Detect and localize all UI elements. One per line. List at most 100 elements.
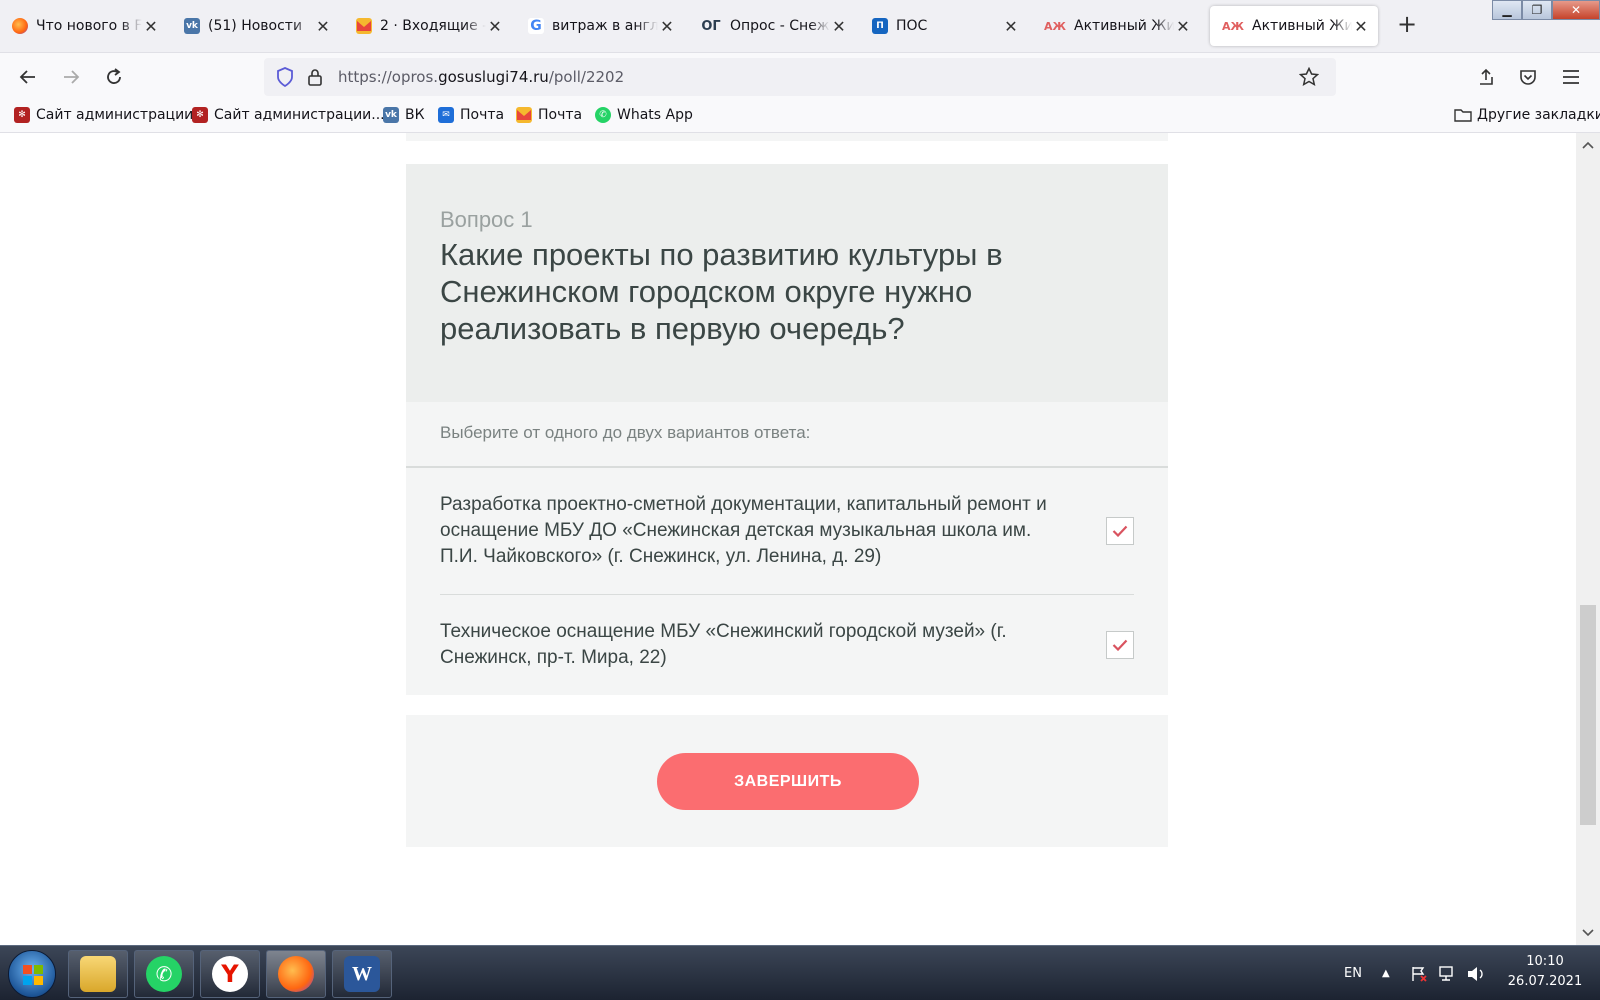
folder-icon <box>1454 109 1472 122</box>
bookmark-star-icon[interactable] <box>1298 66 1320 88</box>
scroll-down-icon[interactable] <box>1576 923 1600 943</box>
start-button[interactable] <box>8 950 56 998</box>
tab-pos[interactable]: П ПОС ✕ <box>860 6 1028 46</box>
close-icon[interactable]: ✕ <box>486 17 504 36</box>
action-center-flag-icon[interactable] <box>1410 946 1428 1000</box>
option-checkbox[interactable] <box>1106 631 1134 659</box>
url-host: gosuslugi74.ru <box>438 68 549 86</box>
scroll-up-icon[interactable] <box>1576 135 1600 155</box>
bookmark-whatsapp[interactable]: ✆ Whats App <box>595 107 693 123</box>
option-text: Разработка проектно-сметной документации… <box>440 494 1047 567</box>
new-tab-button[interactable]: + <box>1392 10 1422 38</box>
bookmark-label: ВК <box>405 107 425 123</box>
submit-card: ЗАВЕРШИТЬ <box>406 715 1168 847</box>
aj-icon: АЖ <box>1222 19 1244 33</box>
extensions-button[interactable] <box>1472 63 1500 91</box>
answer-option[interactable]: Техническое оснащение МБУ «Снежинский го… <box>440 594 1134 695</box>
answer-option[interactable]: Разработка проектно-сметной документации… <box>440 468 1134 594</box>
explorer-icon <box>80 956 116 992</box>
tab-title: Опрос - Снежи <box>730 18 830 34</box>
back-button[interactable] <box>14 63 42 91</box>
tab-poll[interactable]: ОГ Опрос - Снежи ✕ <box>688 6 856 46</box>
close-icon[interactable]: ✕ <box>314 17 332 36</box>
whatsapp-icon: ✆ <box>595 107 611 123</box>
windows-taskbar: ✆ Y W EN ▲ 10:10 26.07.2021 <box>0 945 1600 1000</box>
taskbar-yandex[interactable]: Y <box>200 950 260 998</box>
navigation-bar: https://opros.gosuslugi74.ru/poll/2202 <box>0 53 1600 101</box>
firefox-icon <box>12 18 28 34</box>
tab-vk-news[interactable]: vk (51) Новости ✕ <box>172 6 340 46</box>
scrollbar-thumb[interactable] <box>1580 605 1596 825</box>
bookmark-mail-2[interactable]: Почта <box>516 107 582 123</box>
close-icon[interactable]: ✕ <box>142 17 160 36</box>
close-icon[interactable]: ✕ <box>1002 17 1020 36</box>
tab-strip: Что нового в Fir ✕ vk (51) Новости ✕ 2 ·… <box>0 0 1600 53</box>
tab-title: ПОС <box>896 18 928 34</box>
clock-time: 10:10 <box>1526 954 1564 969</box>
page-content: Вопрос 1 Какие проекты по развитию культ… <box>0 133 1576 945</box>
tab-title: Активный Жите <box>1252 18 1352 34</box>
taskbar-firefox[interactable] <box>266 950 326 998</box>
option-checkbox[interactable] <box>1106 517 1134 545</box>
whatsapp-icon: ✆ <box>146 956 182 992</box>
lock-icon[interactable] <box>304 66 326 88</box>
question-number: Вопрос 1 <box>440 207 533 232</box>
volume-icon[interactable] <box>1466 946 1486 1000</box>
snowflake-icon: ✻ <box>192 107 208 123</box>
maximize-button[interactable]: ❐ <box>1522 0 1552 20</box>
close-window-button[interactable]: ✕ <box>1552 0 1600 20</box>
snowflake-icon: ✻ <box>14 107 30 123</box>
page-scrollbar[interactable] <box>1576 133 1600 945</box>
other-bookmarks[interactable]: Другие закладки <box>1454 107 1600 123</box>
bookmark-label: Почта <box>460 107 505 123</box>
bookmarks-toolbar: ✻ Сайт администрации ✻ Сайт администраци… <box>0 101 1600 133</box>
checkmark-icon <box>1112 525 1128 537</box>
menu-button[interactable] <box>1557 63 1585 91</box>
close-icon[interactable]: ✕ <box>830 17 848 36</box>
reload-button[interactable] <box>100 63 128 91</box>
option-text: Техническое оснащение МБУ «Снежинский го… <box>440 621 1007 668</box>
tab-google-search[interactable]: G витраж в англи ✕ <box>516 6 684 46</box>
mail-envelope-icon: ✉ <box>438 107 454 123</box>
tab-active-citizen-2[interactable]: АЖ Активный Жите ✕ <box>1210 6 1378 46</box>
bookmark-admin-site-1[interactable]: ✻ Сайт администрации <box>14 107 193 123</box>
url-bar[interactable]: https://opros.gosuslugi74.ru/poll/2202 <box>264 58 1336 96</box>
forward-button[interactable] <box>57 63 85 91</box>
aj-icon: АЖ <box>1044 19 1066 33</box>
tab-active-citizen-1[interactable]: АЖ Активный Жите ✕ <box>1032 6 1200 46</box>
bookmark-mail-1[interactable]: ✉ Почта <box>438 107 504 123</box>
taskbar-explorer[interactable] <box>68 950 128 998</box>
vk-icon: vk <box>184 18 200 34</box>
finish-button[interactable]: ЗАВЕРШИТЬ <box>657 753 919 810</box>
url-path: /poll/2202 <box>548 68 625 86</box>
google-icon: G <box>528 18 544 34</box>
mail-icon <box>356 18 372 34</box>
word-icon: W <box>344 956 380 992</box>
vk-icon: vk <box>383 107 399 123</box>
bookmark-admin-site-2[interactable]: ✻ Сайт администрации... <box>192 107 385 123</box>
shield-icon[interactable] <box>274 66 296 88</box>
close-icon[interactable]: ✕ <box>1352 17 1370 36</box>
pocket-button[interactable] <box>1514 63 1542 91</box>
show-hidden-icons-icon[interactable]: ▲ <box>1382 946 1390 1000</box>
minimize-button[interactable]: ▁ <box>1492 0 1522 20</box>
og-icon: ОГ <box>701 18 721 34</box>
language-indicator[interactable]: EN <box>1344 946 1362 1000</box>
bookmark-label: Whats App <box>617 107 693 123</box>
close-icon[interactable]: ✕ <box>1174 17 1192 36</box>
url-text[interactable]: https://opros.gosuslugi74.ru/poll/2202 <box>338 68 624 86</box>
close-icon[interactable]: ✕ <box>658 17 676 36</box>
bookmark-vk[interactable]: vk ВК <box>383 107 425 123</box>
pocket-icon <box>1520 70 1536 85</box>
taskbar-word[interactable]: W <box>332 950 392 998</box>
checkmark-icon <box>1112 639 1128 651</box>
tab-inbox[interactable]: 2 · Входящие — ✕ <box>344 6 512 46</box>
hamburger-menu-icon <box>1563 70 1579 84</box>
windows-logo-icon <box>23 965 43 985</box>
taskbar-whatsapp[interactable]: ✆ <box>134 950 194 998</box>
tab-firefox-whats-new[interactable]: Что нового в Fir ✕ <box>0 6 168 46</box>
network-icon[interactable] <box>1438 946 1458 1000</box>
system-clock[interactable]: 10:10 26.07.2021 <box>1500 952 1590 992</box>
forward-arrow-icon <box>64 70 80 84</box>
question-card: Вопрос 1 Какие проекты по развитию культ… <box>406 164 1168 695</box>
